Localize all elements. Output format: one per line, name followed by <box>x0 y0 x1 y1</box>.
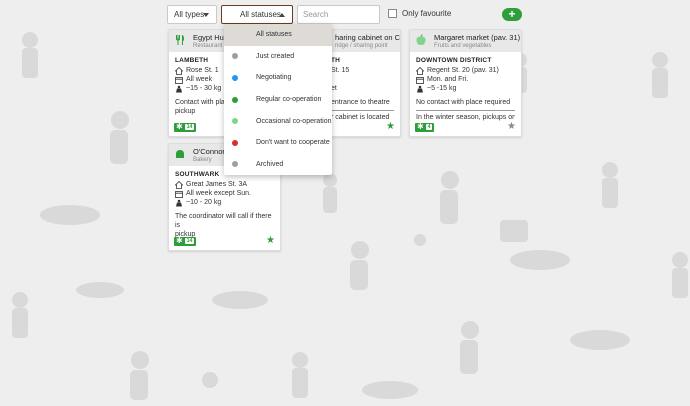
status-option-label: Archived <box>256 160 284 168</box>
card-subtitle: Fruits and vegetables <box>434 43 492 49</box>
status-option-label: Just created <box>256 52 295 60</box>
type-select-value: All types <box>174 10 205 19</box>
only-favourite-label: Only favourite <box>402 9 452 18</box>
favourite-star-icon[interactable]: ★ <box>507 122 516 132</box>
card-schedule: All week except Sun. <box>186 190 251 197</box>
weight-icon <box>175 85 183 93</box>
card-schedule-row: All week except Sun. <box>175 189 274 198</box>
snowflake-icon: ✱ <box>417 122 424 131</box>
type-select[interactable]: All types <box>167 5 217 24</box>
card-note-line2: r cabinet is located <box>331 110 394 122</box>
place-card[interactable]: Margaret market (pav. 31) Fruits and veg… <box>409 29 522 137</box>
search-input[interactable] <box>297 5 380 24</box>
card-district: DOWNTOWN DISTRICT <box>416 57 492 64</box>
card-schedule-row: Mon. and Fri. <box>416 75 515 84</box>
status-option-just-created[interactable]: Just created <box>224 46 332 68</box>
restaurant-icon <box>173 33 187 47</box>
chevron-up-icon <box>279 13 285 17</box>
card-title: Margaret market (pav. 31) <box>434 33 521 42</box>
chevron-down-icon <box>203 13 209 17</box>
status-dot-icon <box>232 96 238 103</box>
weight-icon <box>416 85 424 93</box>
card-note: No contact with place required <box>416 99 511 106</box>
status-dot-icon <box>232 118 238 125</box>
card-district: TH <box>331 57 341 64</box>
card-amount-row: ~5 -15 kg <box>416 84 515 93</box>
status-option-label: Occasional co-operation <box>256 117 332 125</box>
pickup-count: 14 <box>184 124 195 130</box>
status-option-label: Don't want to cooperate <box>256 139 330 147</box>
card-address: Great James St. 3A <box>186 181 248 188</box>
status-dot-icon <box>232 53 238 60</box>
home-icon <box>175 66 183 75</box>
favourite-star-icon[interactable]: ★ <box>266 236 275 246</box>
status-option-label: All statuses <box>256 31 292 39</box>
status-select[interactable]: All statuses <box>221 5 293 24</box>
card-schedule <box>331 75 394 84</box>
status-dot-icon <box>232 139 238 146</box>
status-select-value: All statuses <box>240 10 281 19</box>
status-option-occasional[interactable]: Occasional co-operation <box>224 110 332 132</box>
pickup-count: 4 <box>425 124 433 130</box>
card-amount: ~15 - 30 kg <box>186 85 222 92</box>
add-button[interactable]: + <box>502 8 522 21</box>
card-amount-row: ~10 - 20 kg <box>175 198 274 207</box>
weight-icon <box>175 199 183 207</box>
card-amount: ~10 - 20 kg <box>186 199 222 206</box>
card-note: The coordinator will call if there is <box>175 213 272 229</box>
home-icon <box>175 180 183 189</box>
snowflake-icon: ✱ <box>176 122 183 131</box>
status-option-all[interactable]: All statuses <box>224 24 332 46</box>
status-option-negotiating[interactable]: Negotiating <box>224 67 332 89</box>
card-amount: ~5 -15 kg <box>427 85 457 92</box>
status-option-regular[interactable]: Regular co-operation <box>224 89 332 111</box>
card-title: haring cabinet on Ca... <box>335 33 401 42</box>
calendar-icon <box>175 190 183 198</box>
pickup-count: 14 <box>184 238 195 244</box>
pickup-count-badge: ✱ 4 <box>415 122 435 132</box>
status-option-label: Regular co-operation <box>256 96 322 104</box>
card-amount: et <box>331 85 337 92</box>
card-schedule: Mon. and Fri. <box>427 76 469 83</box>
snowflake-icon: ✱ <box>176 236 183 245</box>
card-note: entrance to theatre <box>331 99 390 106</box>
card-address-row: Great James St. 3A <box>175 180 274 189</box>
favourite-star-icon[interactable]: ★ <box>386 122 395 132</box>
status-dropdown-menu: All statuses Just created Negotiating Re… <box>224 24 332 175</box>
apple-icon <box>414 33 428 47</box>
pickup-count-badge: ✱ 14 <box>174 236 197 246</box>
status-option-label: Negotiating <box>256 74 292 82</box>
card-address: St. 15 <box>331 67 350 74</box>
card-address: Regent St. 20 (pav. 31) <box>427 67 499 74</box>
card-schedule: All week <box>186 76 213 83</box>
bakery-icon <box>173 147 187 161</box>
status-dot-icon <box>232 74 238 81</box>
pickup-count-badge: ✱ 14 <box>174 122 197 132</box>
card-address: Rose St. 1 <box>186 67 219 74</box>
calendar-icon <box>416 76 424 84</box>
card-address-row: Regent St. 20 (pav. 31) <box>416 66 515 75</box>
card-subtitle: ridge / sharing point <box>335 43 388 49</box>
card-note-line2: In the winter season, pickups on <box>416 110 515 122</box>
only-favourite-toggle[interactable]: Only favourite <box>388 9 451 18</box>
status-dot-icon <box>232 161 238 168</box>
status-option-archived[interactable]: Archived <box>224 154 332 176</box>
card-header: Margaret market (pav. 31) Fruits and veg… <box>410 30 521 52</box>
status-option-dont-want[interactable]: Don't want to cooperate <box>224 132 332 154</box>
only-favourite-checkbox[interactable] <box>388 9 397 18</box>
calendar-icon <box>175 76 183 84</box>
home-icon <box>416 66 424 75</box>
